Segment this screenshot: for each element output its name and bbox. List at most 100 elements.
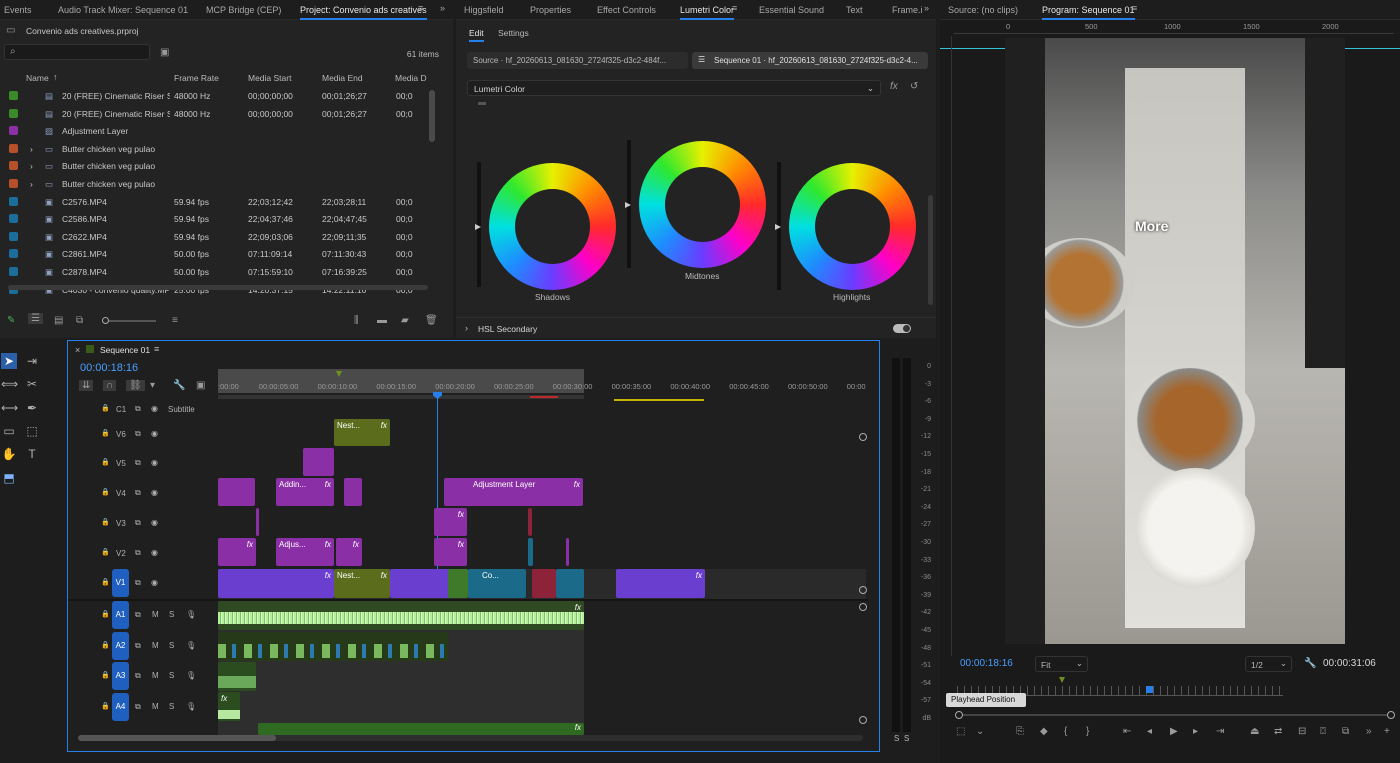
audio-clip-a5[interactable]: fx xyxy=(258,723,584,735)
solo-right[interactable]: S xyxy=(904,734,909,743)
effect-dropdown[interactable]: Lumetri Color ⌄ xyxy=(467,80,881,96)
slider-handle[interactable] xyxy=(625,202,631,208)
program-video-frame[interactable]: More xyxy=(1005,38,1345,644)
project-row[interactable]: ▣ C2622.MP4 59.94 fps 22;09;03;06 22;09;11;3… xyxy=(0,228,428,246)
sync-lock-icon[interactable]: ⧉ xyxy=(135,610,141,620)
track-header-v3[interactable]: 🔒 V3 ⧉ ◉ xyxy=(68,509,218,538)
microphone-icon[interactable]: 🎙 xyxy=(186,671,196,680)
panel-menu-icon[interactable]: ≡ xyxy=(154,344,159,354)
freeform-view-icon[interactable]: ⧉ xyxy=(76,315,83,326)
expand-icon[interactable]: › xyxy=(30,144,33,154)
lock-icon[interactable]: 🔒 xyxy=(101,671,110,679)
lock-icon[interactable]: 🔒 xyxy=(101,488,110,496)
hand-tool-icon[interactable]: ✋ xyxy=(1,446,17,462)
clip-v4-a[interactable] xyxy=(218,478,255,506)
comparison-view-icon[interactable]: ⧉ xyxy=(1342,726,1349,737)
zoom-select-icon[interactable]: ⬚ xyxy=(24,423,40,439)
a-scroll-top-handle[interactable] xyxy=(859,603,867,611)
project-row[interactable]: › ▭ Butter chicken veg pulao xyxy=(0,157,428,175)
eye-icon[interactable]: ◉ xyxy=(151,404,158,413)
microphone-icon[interactable]: 🎙 xyxy=(186,610,196,619)
clip-adding[interactable]: Addin... fx xyxy=(276,478,334,506)
add-marker-icon[interactable]: ▾ xyxy=(150,380,155,391)
hsl-secondary-section[interactable]: › HSL Secondary xyxy=(456,317,936,337)
col-media-start[interactable]: Media Start xyxy=(248,73,291,83)
clip-adjus[interactable]: Adjus... fx xyxy=(276,538,334,566)
expand-icon[interactable]: › xyxy=(465,323,468,333)
pen-tool-icon[interactable]: ✒ xyxy=(24,400,40,416)
solo-button[interactable]: S xyxy=(169,671,174,680)
mute-button[interactable]: M xyxy=(152,610,159,619)
tab-higgsfield[interactable]: Higgsfield xyxy=(464,5,504,15)
linked-selection-icon[interactable]: ⛓ xyxy=(126,380,145,391)
rectangle-tool-icon[interactable]: ▭ xyxy=(1,423,17,439)
hsl-toggle[interactable] xyxy=(893,324,911,333)
lift-icon[interactable]: ⏏ xyxy=(1250,726,1259,737)
tab-lumetri-color[interactable]: Lumetri Color xyxy=(680,5,735,20)
mute-button[interactable]: M xyxy=(152,641,159,650)
overwrite-icon[interactable]: ⊟ xyxy=(1298,726,1306,737)
more-tabs-icon[interactable]: » xyxy=(440,3,445,13)
slider-handle[interactable] xyxy=(775,224,781,230)
marker-icon[interactable] xyxy=(336,371,342,377)
project-row[interactable]: ▣ C2586.MP4 59.94 fps 22;04;37;46 22;04;47;4… xyxy=(0,210,428,228)
track-header-a3[interactable]: 🔒 A3 ⧉ M S 🎙 xyxy=(68,662,218,691)
label-color-swatch[interactable] xyxy=(9,214,18,224)
clip-v2-a[interactable]: fx xyxy=(218,538,256,566)
shadows-wheel[interactable] xyxy=(489,163,616,290)
search-input[interactable]: ⌕ xyxy=(4,44,150,60)
label-color-swatch[interactable] xyxy=(9,143,18,153)
chevron-down-icon[interactable]: ⌄ xyxy=(976,726,984,737)
clip-nest-v1[interactable]: Nest... fx xyxy=(334,569,390,598)
lock-icon[interactable]: 🔒 xyxy=(101,458,110,466)
list-view-icon[interactable]: ☰ xyxy=(28,313,43,324)
track-target-a2[interactable]: A2 xyxy=(112,631,129,660)
project-row[interactable]: ▣ C2878.MP4 50.00 fps 07:15:59:10 07:16:39:2… xyxy=(0,263,428,281)
resolution-dropdown[interactable]: 1/2 ⌄ xyxy=(1245,656,1292,672)
go-to-out-icon[interactable]: ⇥ xyxy=(1216,726,1224,737)
label-color-swatch[interactable] xyxy=(9,91,18,100)
track-target-v1[interactable]: V1 xyxy=(112,569,129,597)
audio-clip-a3[interactable] xyxy=(218,662,256,691)
pencil-icon[interactable]: ✎ xyxy=(7,315,15,326)
sync-lock-icon[interactable]: ⧉ xyxy=(135,488,141,498)
project-row[interactable]: ▨ Adjustment Layer xyxy=(0,122,428,140)
lock-icon[interactable]: 🔒 xyxy=(101,429,110,437)
project-row[interactable]: ▤ 20 (FREE) Cinematic Riser SF 48000 Hz 00;… xyxy=(0,105,428,123)
mark-out-icon[interactable]: } xyxy=(1086,726,1089,737)
step-back-icon[interactable]: ◂ xyxy=(1147,726,1152,737)
sync-lock-icon[interactable]: ⧉ xyxy=(135,578,141,588)
midtones-wheel[interactable] xyxy=(639,141,766,268)
timeline-hscrollbar[interactable] xyxy=(78,735,863,741)
wrench-icon[interactable]: 🔧 xyxy=(173,380,185,391)
sort-icon[interactable]: ≡ xyxy=(172,315,178,326)
clip-nest-v6[interactable]: Nest... fx xyxy=(334,419,390,446)
wrench-icon[interactable]: 🔧 xyxy=(1304,658,1316,669)
track-header-c1[interactable]: 🔒 C1 ⧉ ◉ Subtitle xyxy=(68,401,218,417)
tab-source-monitor[interactable]: Source: (no clips) xyxy=(948,5,1018,15)
audio-clip-a1[interactable]: fx xyxy=(218,601,584,630)
source-clip-selector[interactable]: Source · hf_20260613_081630_2724f325-d3c… xyxy=(467,52,688,69)
track-target-a4[interactable]: A4 xyxy=(112,692,129,721)
razor-tool-icon[interactable]: ✂ xyxy=(24,376,40,392)
microphone-icon[interactable]: 🎙 xyxy=(186,702,196,711)
project-row[interactable]: ▣ C2861.MP4 50.00 fps 07:11:09:14 07:11:30:4… xyxy=(0,245,428,263)
hscroll-thumb[interactable] xyxy=(78,735,276,741)
col-media-duration[interactable]: Media D xyxy=(395,73,427,83)
label-color-swatch[interactable] xyxy=(9,126,18,136)
automate-icon[interactable]: ⫼ xyxy=(354,315,359,326)
icon-view-icon[interactable]: ▤ xyxy=(54,315,63,326)
timeline-ruler[interactable]: :00:00 00:00:05:00 00:00:10:00 00:00:15:00 0… xyxy=(218,379,868,393)
slip-tool-icon[interactable]: ⟷ xyxy=(1,400,18,416)
sequence-tab[interactable]: Sequence 01 xyxy=(100,345,150,355)
more-tabs-icon[interactable]: » xyxy=(924,3,929,13)
clip-v3-c[interactable] xyxy=(528,508,532,536)
new-bin-icon[interactable]: ▣ xyxy=(160,47,169,58)
new-item-icon[interactable]: ▰ xyxy=(401,315,409,326)
tab-effect-controls[interactable]: Effect Controls xyxy=(597,5,656,15)
sync-lock-icon[interactable]: ⧉ xyxy=(135,429,141,439)
timeline-timecode[interactable]: 00:00:18:16 xyxy=(80,362,138,374)
highlights-slider[interactable] xyxy=(775,162,781,290)
track-select-icon[interactable]: ⇥ xyxy=(24,353,40,369)
clip-v2-e[interactable] xyxy=(566,538,569,566)
